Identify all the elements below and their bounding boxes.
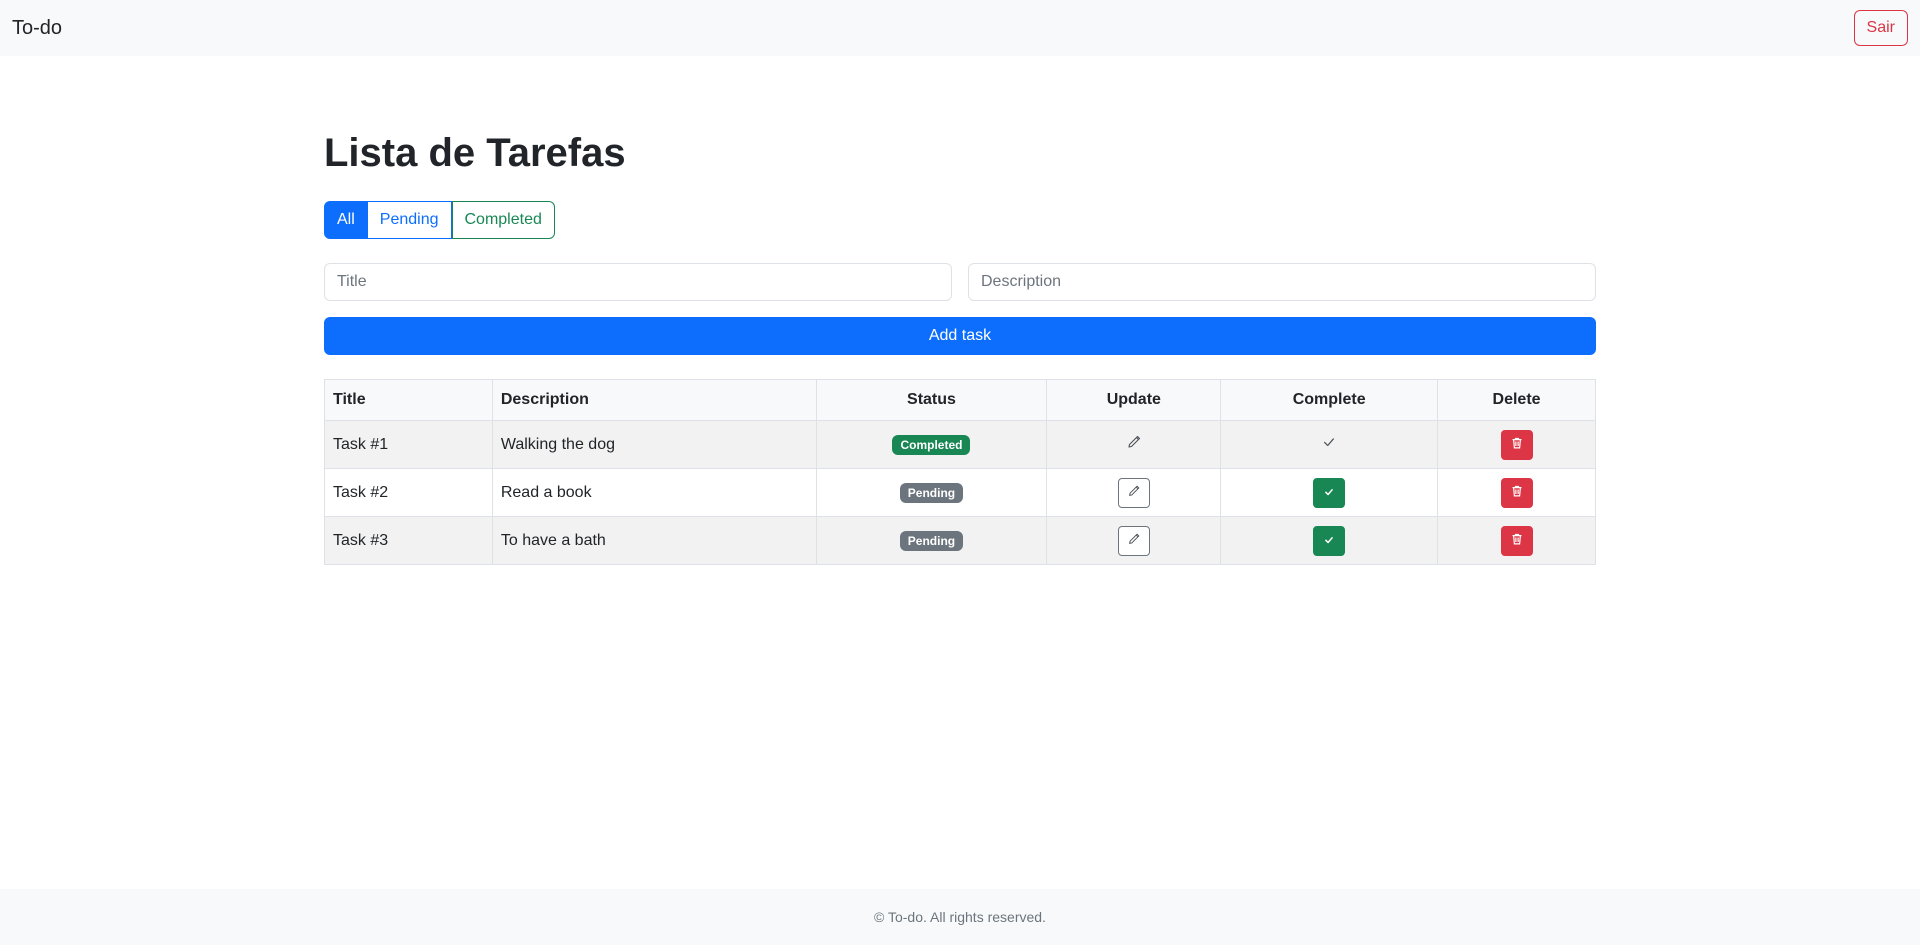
complete-cell bbox=[1220, 516, 1439, 565]
logout-button[interactable]: Sair bbox=[1853, 10, 1908, 46]
filter-completed-button[interactable]: Completed bbox=[451, 201, 555, 239]
main-content: Lista de Tarefas All Pending Completed A… bbox=[324, 56, 1596, 565]
description-input[interactable] bbox=[968, 263, 1596, 301]
complete-cell bbox=[1220, 468, 1439, 517]
check-icon bbox=[1324, 485, 1334, 500]
task-title: Task #2 bbox=[324, 468, 493, 517]
filter-pending-button[interactable]: Pending bbox=[367, 201, 452, 239]
status-cell: Pending bbox=[815, 468, 1048, 517]
delete-cell bbox=[1437, 468, 1596, 517]
delete-button[interactable] bbox=[1500, 477, 1533, 508]
status-cell: Pending bbox=[815, 516, 1048, 565]
footer: © To-do. All rights reserved. bbox=[0, 889, 1920, 945]
delete-button[interactable] bbox=[1500, 429, 1533, 460]
update-cell bbox=[1046, 468, 1222, 517]
status-badge: Completed bbox=[892, 434, 971, 455]
header-description: Description bbox=[491, 379, 817, 421]
update-cell bbox=[1046, 516, 1222, 565]
delete-cell bbox=[1437, 516, 1596, 565]
task-title: Task #1 bbox=[324, 420, 493, 469]
task-description: Walking the dog bbox=[491, 420, 817, 469]
task-description: To have a bath bbox=[491, 516, 817, 565]
filter-button-group: All Pending Completed bbox=[324, 201, 555, 239]
status-cell: Completed bbox=[815, 420, 1048, 469]
check-icon bbox=[1324, 533, 1334, 548]
edit-button[interactable] bbox=[1117, 525, 1150, 556]
update-cell bbox=[1046, 420, 1222, 469]
pencil-icon bbox=[1127, 484, 1141, 501]
brand-link[interactable]: To-do bbox=[12, 17, 62, 40]
complete-cell bbox=[1220, 420, 1439, 469]
table-row: Task #1 Walking the dog Completed bbox=[324, 420, 1596, 469]
title-input[interactable] bbox=[324, 263, 952, 301]
header-update: Update bbox=[1046, 379, 1222, 421]
pencil-icon bbox=[1126, 434, 1142, 455]
task-description: Read a book bbox=[491, 468, 817, 517]
header-delete: Delete bbox=[1437, 379, 1596, 421]
trash-icon bbox=[1511, 533, 1523, 548]
pencil-icon bbox=[1127, 532, 1141, 549]
task-form bbox=[324, 263, 1596, 301]
complete-button[interactable] bbox=[1313, 525, 1346, 556]
table-row: Task #2 Read a book Pending bbox=[324, 468, 1596, 517]
task-title: Task #3 bbox=[324, 516, 493, 565]
tasks-table: Title Description Status Update Complete… bbox=[324, 379, 1596, 565]
check-icon bbox=[1322, 435, 1336, 454]
complete-button[interactable] bbox=[1313, 477, 1346, 508]
add-task-button[interactable]: Add task bbox=[324, 317, 1596, 355]
header-status: Status bbox=[815, 379, 1048, 421]
header-title: Title bbox=[324, 379, 493, 421]
status-badge: Pending bbox=[899, 482, 964, 503]
page-title: Lista de Tarefas bbox=[324, 131, 626, 175]
edit-button[interactable] bbox=[1117, 477, 1150, 508]
trash-icon bbox=[1511, 485, 1523, 500]
footer-text: © To-do. All rights reserved. bbox=[874, 909, 1046, 925]
status-badge: Pending bbox=[899, 530, 964, 551]
delete-button[interactable] bbox=[1500, 525, 1533, 556]
table-row: Task #3 To have a bath Pending bbox=[324, 516, 1596, 565]
delete-cell bbox=[1437, 420, 1596, 469]
filter-all-button[interactable]: All bbox=[324, 201, 368, 239]
table-header-row: Title Description Status Update Complete… bbox=[324, 379, 1596, 421]
navbar: To-do Sair bbox=[0, 0, 1920, 56]
header-complete: Complete bbox=[1220, 379, 1439, 421]
trash-icon bbox=[1511, 437, 1523, 452]
